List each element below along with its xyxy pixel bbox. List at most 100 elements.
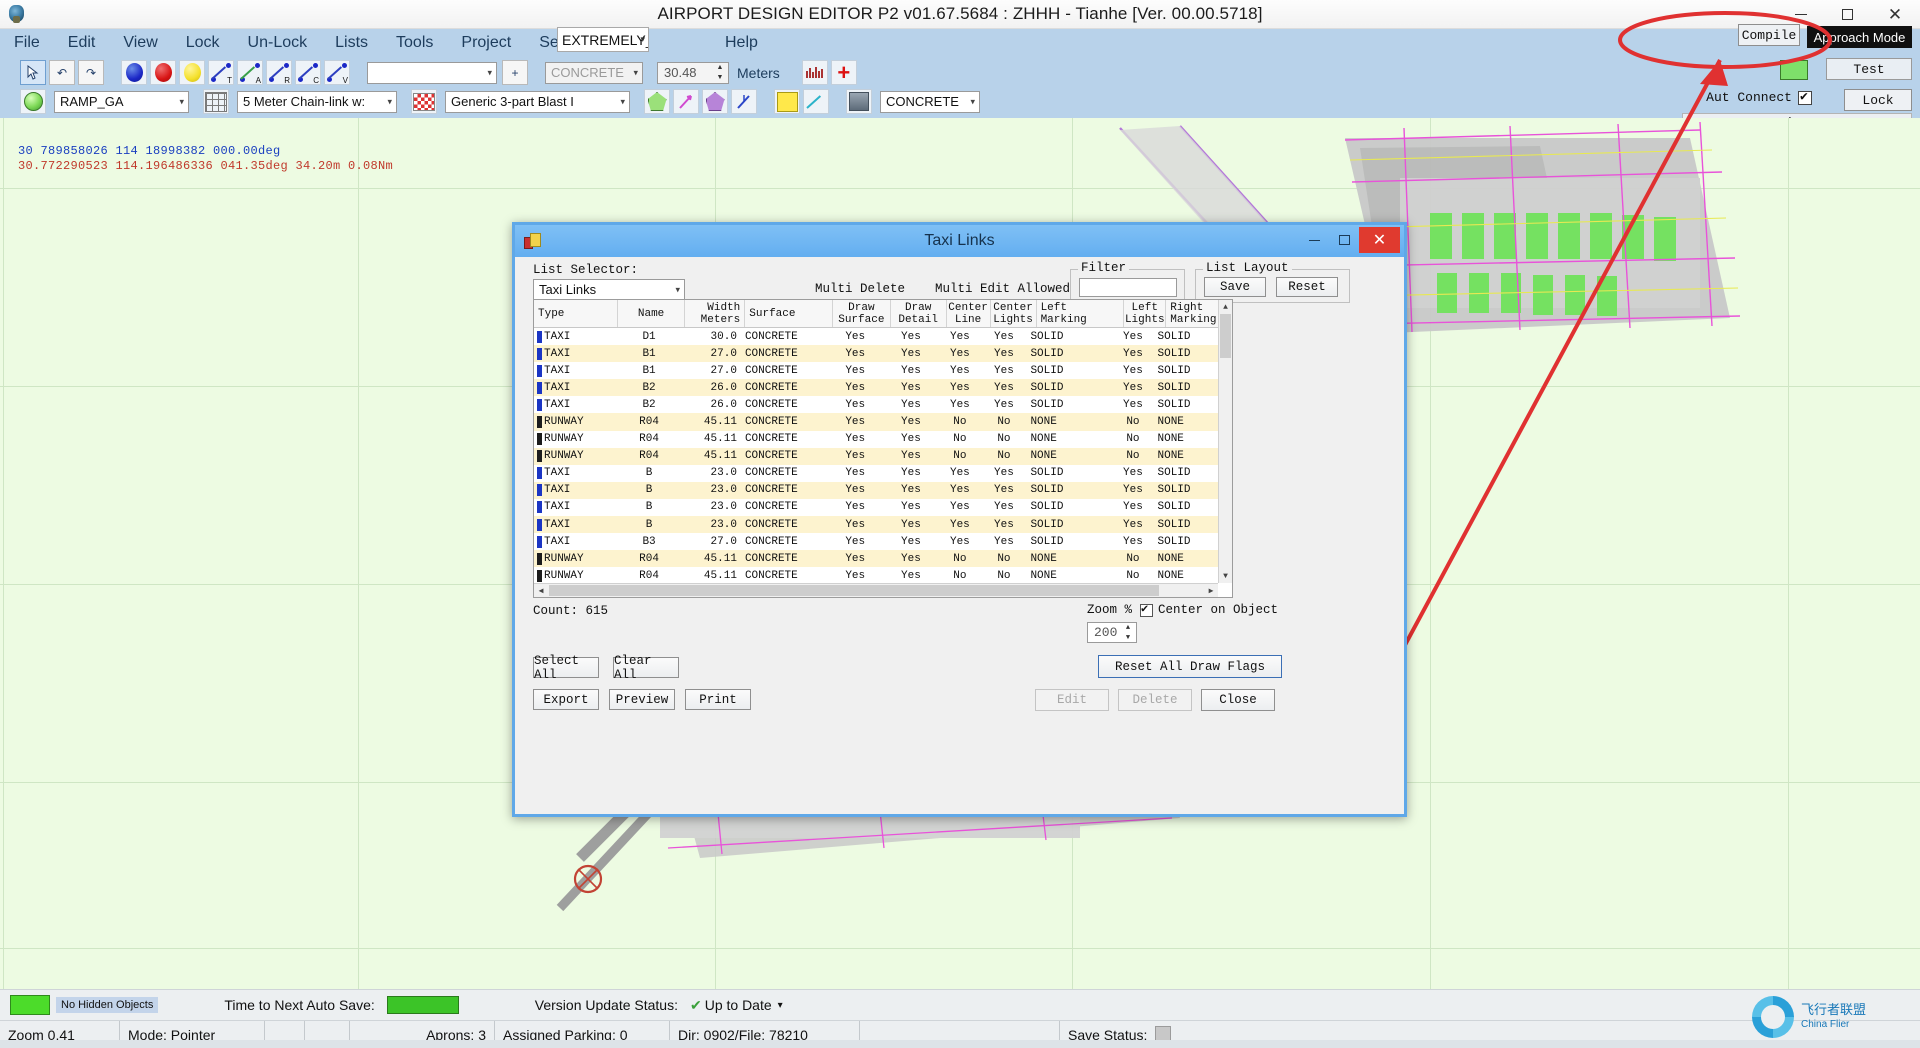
chevron-down-icon[interactable]: ▾ bbox=[778, 1000, 783, 1011]
window-close-button[interactable]: ✕ bbox=[1870, 0, 1920, 29]
print-button[interactable]: Print bbox=[685, 689, 751, 710]
grid-vertical-scrollbar[interactable]: ▲ ▼ bbox=[1218, 300, 1232, 583]
clear-all-button[interactable]: Clear All bbox=[613, 657, 679, 678]
table-row[interactable]: RUNWAYR0445.11CONCRETEYesYesNoNoNONENoNO… bbox=[534, 567, 1218, 583]
dialog-minimize-button[interactable] bbox=[1299, 227, 1329, 253]
apron-link-icon[interactable]: A bbox=[237, 60, 263, 85]
grid-header-name[interactable]: Name bbox=[618, 300, 686, 327]
test-button[interactable]: Test bbox=[1826, 58, 1912, 80]
table-row[interactable]: RUNWAYR0445.11CONCRETEYesYesNoNoNONENoNO… bbox=[534, 448, 1218, 465]
scroll-right-icon[interactable]: ▶ bbox=[1204, 584, 1218, 598]
green-polygon-icon[interactable] bbox=[644, 89, 670, 114]
ruler-icon[interactable] bbox=[802, 60, 828, 85]
building-icon[interactable] bbox=[846, 89, 872, 114]
taxi-links-grid[interactable]: TypeNameWidth MetersSurfaceDraw SurfaceD… bbox=[533, 299, 1233, 598]
vehicle-link-icon[interactable]: V bbox=[324, 60, 350, 85]
table-row[interactable]: TAXIB127.0CONCRETEYesYesYesYesSOLIDYesSO… bbox=[534, 362, 1218, 379]
empty-combo[interactable]: ▾ bbox=[367, 62, 497, 84]
menu-unlock[interactable]: Un-Lock bbox=[234, 29, 322, 56]
table-row[interactable]: TAXIB23.0CONCRETEYesYesYesYesSOLIDYesSOL… bbox=[534, 482, 1218, 499]
scroll-up-icon[interactable]: ▲ bbox=[1219, 300, 1232, 314]
plus-icon[interactable]: + bbox=[831, 60, 857, 85]
multi-edit-allowed-label[interactable]: Multi Edit Allowed bbox=[935, 282, 1070, 296]
table-row[interactable]: TAXIB226.0CONCRETEYesYesYesYesSOLIDYesSO… bbox=[534, 396, 1218, 413]
menu-lock[interactable]: Lock bbox=[172, 29, 234, 56]
filter-input[interactable] bbox=[1079, 278, 1177, 297]
stepper-arrows-icon[interactable]: ▲▼ bbox=[1122, 624, 1134, 642]
table-row[interactable]: RUNWAYR0445.11CONCRETEYesYesNoNoNONENoNO… bbox=[534, 431, 1218, 448]
red-node-icon[interactable] bbox=[150, 60, 176, 85]
parking-node-icon[interactable] bbox=[20, 89, 46, 114]
approach-mode-badge[interactable]: Approach Mode bbox=[1807, 26, 1912, 48]
menu-tools[interactable]: Tools bbox=[382, 29, 447, 56]
surface-type-combo[interactable]: CONCRETE ▾ bbox=[545, 62, 643, 84]
menu-help[interactable]: Help bbox=[711, 29, 772, 56]
grid-header-center_line[interactable]: Center Line bbox=[947, 300, 991, 327]
grid-header-draw_detail[interactable]: Draw Detail bbox=[891, 300, 947, 327]
magenta-link-icon[interactable] bbox=[673, 89, 699, 114]
parking-type-combo[interactable]: RAMP_GA ▾ bbox=[54, 91, 189, 113]
grid-header-width[interactable]: Width Meters bbox=[685, 300, 745, 327]
redo-icon[interactable]: ↷ bbox=[78, 60, 104, 85]
table-row[interactable]: TAXIB23.0CONCRETEYesYesYesYesSOLIDYesSOL… bbox=[534, 499, 1218, 516]
blast-fence-combo[interactable]: Generic 3-part Blast I ▾ bbox=[445, 91, 630, 113]
zoom-percent-stepper[interactable]: 200 ▲▼ bbox=[1087, 622, 1137, 643]
grid-header-surface[interactable]: Surface bbox=[745, 300, 833, 327]
dialog-close-button[interactable]: ✕ bbox=[1359, 227, 1400, 253]
table-row[interactable]: TAXIB226.0CONCRETEYesYesYesYesSOLIDYesSO… bbox=[534, 379, 1218, 396]
grid-header-left_marking[interactable]: Left Marking bbox=[1037, 300, 1125, 327]
taxi-link-icon[interactable]: T bbox=[208, 60, 234, 85]
pointer-tool-button[interactable] bbox=[20, 60, 46, 85]
dialog-maximize-button[interactable] bbox=[1329, 227, 1359, 253]
table-row[interactable]: RUNWAYR0445.11CONCRETEYesYesNoNoNONENoNO… bbox=[534, 413, 1218, 430]
menu-lists[interactable]: Lists bbox=[321, 29, 382, 56]
table-row[interactable]: RUNWAYR0445.11CONCRETEYesYesNoNoNONENoNO… bbox=[534, 550, 1218, 567]
menu-edit[interactable]: Edit bbox=[54, 29, 110, 56]
close-button[interactable]: Close bbox=[1201, 689, 1275, 711]
menu-project[interactable]: Project bbox=[447, 29, 525, 56]
width-stepper[interactable]: 30.48 ▲▼ bbox=[657, 62, 729, 84]
save-layout-button[interactable]: Save bbox=[1204, 277, 1266, 297]
yellow-node-icon[interactable] bbox=[179, 60, 205, 85]
cyan-line-icon[interactable] bbox=[803, 89, 829, 114]
yellow-swatch-icon[interactable] bbox=[774, 89, 800, 114]
table-row[interactable]: TAXIB327.0CONCRETEYesYesYesYesSOLIDYesSO… bbox=[534, 533, 1218, 550]
blue-node-icon[interactable] bbox=[121, 60, 147, 85]
scroll-down-icon[interactable]: ▼ bbox=[1219, 569, 1232, 583]
table-row[interactable]: TAXID130.0CONCRETEYesYesYesYesSOLIDYesSO… bbox=[534, 328, 1218, 345]
menu-view[interactable]: View bbox=[109, 29, 171, 56]
project-selector-combo[interactable]: EXTREMELY_DE ▾ bbox=[557, 27, 649, 52]
horizontal-scroll-thumb[interactable] bbox=[549, 585, 1159, 596]
grid-icon[interactable] bbox=[203, 89, 229, 114]
preview-button[interactable]: Preview bbox=[609, 689, 675, 710]
reset-layout-button[interactable]: Reset bbox=[1276, 277, 1338, 297]
table-row[interactable]: TAXIB23.0CONCRETEYesYesYesYesSOLIDYesSOL… bbox=[534, 465, 1218, 482]
select-all-button[interactable]: Select All bbox=[533, 657, 599, 678]
menu-file[interactable]: File bbox=[0, 29, 54, 56]
reset-all-draw-flags-button[interactable]: Reset All Draw Flags bbox=[1098, 655, 1282, 678]
add-combo-button[interactable]: + bbox=[502, 60, 528, 85]
center-link-icon[interactable]: C bbox=[295, 60, 321, 85]
grid-horizontal-scrollbar[interactable]: ◀ ▶ bbox=[534, 583, 1218, 597]
export-button[interactable]: Export bbox=[533, 689, 599, 710]
undo-icon[interactable]: ↶ bbox=[49, 60, 75, 85]
multi-delete-label[interactable]: Multi Delete bbox=[815, 282, 905, 296]
auto-connect-checkbox[interactable] bbox=[1798, 91, 1812, 105]
grid-header-center_lights[interactable]: Center Lights bbox=[991, 300, 1037, 327]
checker-icon[interactable] bbox=[411, 89, 437, 114]
stepper-arrows-icon[interactable]: ▲▼ bbox=[714, 64, 726, 82]
table-row[interactable]: TAXIB23.0CONCRETEYesYesYesYesSOLIDYesSOL… bbox=[534, 516, 1218, 533]
grid-header-left_lights[interactable]: Left Lights bbox=[1124, 300, 1166, 327]
runway-link-icon[interactable]: R bbox=[266, 60, 292, 85]
scroll-left-icon[interactable]: ◀ bbox=[534, 584, 548, 598]
grid-header-type[interactable]: Type bbox=[534, 300, 618, 327]
grid-header-draw_surface[interactable]: Draw Surface bbox=[833, 300, 891, 327]
center-on-object-checkbox[interactable] bbox=[1140, 604, 1153, 617]
vertical-scroll-thumb[interactable] bbox=[1220, 314, 1231, 358]
auto-connect-control[interactable]: Aut Connect bbox=[1706, 90, 1812, 105]
fence-type-combo[interactable]: 5 Meter Chain-link w: ▾ bbox=[237, 91, 397, 113]
lock-button[interactable]: Lock bbox=[1844, 89, 1912, 111]
blue-link-icon[interactable] bbox=[731, 89, 757, 114]
purple-polygon-icon[interactable] bbox=[702, 89, 728, 114]
building-surface-combo[interactable]: CONCRETE ▾ bbox=[880, 91, 980, 113]
